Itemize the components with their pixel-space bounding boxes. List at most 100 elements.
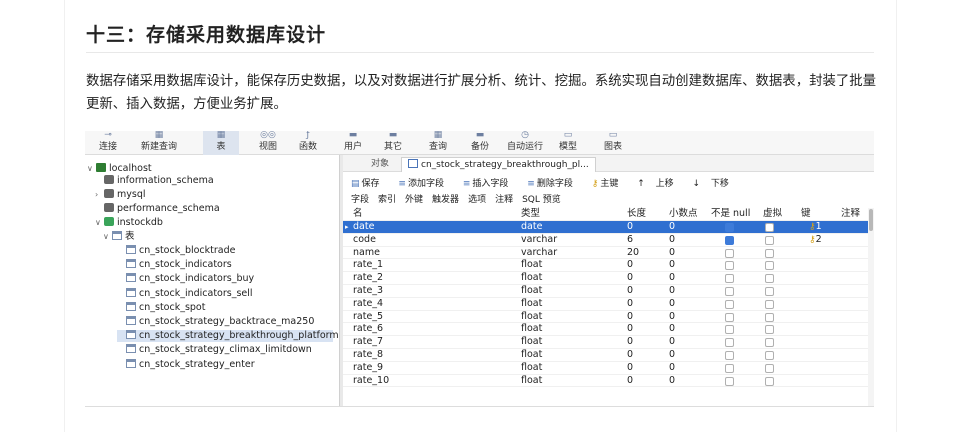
- field-type[interactable]: float: [521, 285, 542, 298]
- not-null-checkbox[interactable]: [725, 338, 734, 348]
- not-null-checkbox[interactable]: [725, 312, 734, 322]
- column-header-comment[interactable]: 注释: [841, 208, 860, 221]
- column-header-type[interactable]: 类型: [521, 208, 540, 221]
- subtab-6[interactable]: SQL 预览: [522, 195, 561, 205]
- field-name[interactable]: rate_4: [353, 298, 383, 311]
- virtual-checkbox[interactable]: [765, 376, 774, 386]
- column-header-name[interactable]: 名: [353, 208, 363, 221]
- subtab-1[interactable]: 索引: [378, 195, 396, 205]
- field-type[interactable]: float: [521, 311, 542, 324]
- add-field-button[interactable]: ≡ 添加字段: [398, 179, 452, 189]
- toolbar-view-button[interactable]: ◎◎ 视图: [251, 131, 285, 155]
- field-row[interactable]: rate_2 float 0 0: [343, 272, 874, 285]
- move-down-button[interactable]: ↓ 下移: [693, 179, 737, 189]
- field-name[interactable]: date: [353, 221, 374, 234]
- not-null-checkbox[interactable]: [725, 223, 734, 232]
- expand-arrow-icon[interactable]: ∨: [95, 217, 104, 229]
- field-name[interactable]: rate_7: [353, 336, 383, 349]
- virtual-checkbox[interactable]: [765, 325, 774, 335]
- field-type[interactable]: float: [521, 349, 542, 362]
- not-null-checkbox[interactable]: [725, 351, 734, 360]
- tree-item-table[interactable]: cn_stock_spot: [117, 301, 205, 314]
- tree-item-database[interactable]: performance_schema: [95, 203, 220, 215]
- move-up-button[interactable]: ↑ 上移: [637, 179, 681, 189]
- virtual-checkbox[interactable]: [765, 338, 774, 348]
- toolbar-table-button[interactable]: ▦ 表: [203, 131, 239, 155]
- tree-item-database[interactable]: information_schema: [95, 175, 214, 187]
- toolbar-query-button[interactable]: ▦ 查询: [421, 131, 455, 155]
- not-null-checkbox[interactable]: [725, 274, 734, 284]
- column-header-not_null[interactable]: 不是 null: [711, 208, 750, 221]
- toolbar-model-button[interactable]: ▭ 模型: [551, 131, 585, 155]
- column-header-length[interactable]: 长度: [627, 208, 646, 221]
- field-name[interactable]: rate_3: [353, 285, 383, 298]
- delete-field-button[interactable]: ≡ 删除字段: [527, 179, 581, 189]
- tree-item-table[interactable]: cn_stock_indicators_sell: [117, 287, 253, 300]
- toolbar-automation-button[interactable]: ◷ 自动运行: [505, 131, 545, 155]
- field-decimals[interactable]: 0: [669, 375, 675, 388]
- field-row[interactable]: rate_1 float 0 0: [343, 259, 874, 273]
- not-null-checkbox[interactable]: [725, 376, 734, 386]
- field-length[interactable]: 20: [627, 247, 639, 260]
- field-row[interactable]: rate_5 float 0 0: [343, 311, 874, 324]
- subtab-3[interactable]: 触发器: [432, 195, 459, 205]
- virtual-checkbox[interactable]: [765, 248, 774, 258]
- field-name[interactable]: name: [353, 247, 380, 260]
- field-row[interactable]: rate_8 float 0 0: [343, 349, 874, 362]
- tree-item-database[interactable]: ∨ instockdb: [95, 217, 163, 229]
- tree-item-database[interactable]: › mysql: [95, 189, 146, 201]
- field-type[interactable]: float: [521, 336, 542, 349]
- toolbar-new-query-button[interactable]: ▦ 新建查询: [133, 131, 185, 155]
- field-type[interactable]: float: [521, 259, 542, 272]
- tree-item-table[interactable]: cn_stock_indicators: [117, 259, 232, 271]
- field-length[interactable]: 0: [627, 375, 633, 388]
- toolbar-function-button[interactable]: ƒ 函数: [291, 131, 325, 155]
- field-decimals[interactable]: 0: [669, 234, 675, 247]
- toolbar-user-button[interactable]: ▬ 用户: [337, 131, 369, 155]
- field-type[interactable]: float: [521, 272, 542, 285]
- virtual-checkbox[interactable]: [765, 223, 774, 232]
- field-row[interactable]: rate_4 float 0 0: [343, 298, 874, 311]
- field-decimals[interactable]: 0: [669, 362, 675, 375]
- virtual-checkbox[interactable]: [765, 274, 774, 284]
- not-null-checkbox[interactable]: [725, 248, 734, 258]
- virtual-checkbox[interactable]: [765, 299, 774, 309]
- expand-arrow-icon[interactable]: ∨: [103, 231, 112, 243]
- grid-scroll-thumb[interactable]: [869, 209, 873, 231]
- field-name[interactable]: rate_8: [353, 349, 383, 362]
- tree-item-host[interactable]: ∨ localhost: [87, 163, 152, 175]
- field-length[interactable]: 0: [627, 298, 633, 311]
- expand-arrow-icon[interactable]: ›: [95, 189, 104, 201]
- not-null-checkbox[interactable]: [725, 235, 734, 245]
- column-header-virtual[interactable]: 虚拟: [763, 208, 782, 221]
- field-decimals[interactable]: 0: [669, 272, 675, 285]
- subtab-2[interactable]: 外键: [405, 195, 423, 205]
- virtual-checkbox[interactable]: [765, 235, 774, 245]
- field-length[interactable]: 0: [627, 311, 633, 324]
- virtual-checkbox[interactable]: [765, 363, 774, 373]
- field-decimals[interactable]: 0: [669, 311, 675, 324]
- primary-key-button[interactable]: ⚷ 主键: [592, 179, 627, 189]
- field-decimals[interactable]: 0: [669, 247, 675, 260]
- tab-table-design[interactable]: cn_stock_strategy_breakthrough_pl...: [401, 157, 596, 172]
- field-length[interactable]: 0: [627, 336, 633, 349]
- not-null-checkbox[interactable]: [725, 325, 734, 335]
- tree-item-table[interactable]: cn_stock_strategy_breakthrough_platform: [117, 330, 339, 343]
- virtual-checkbox[interactable]: [765, 261, 774, 271]
- tree-item-tables-folder[interactable]: ∨ 表: [103, 231, 135, 243]
- tree-item-table[interactable]: cn_stock_strategy_backtrace_ma250: [117, 316, 314, 328]
- field-length[interactable]: 0: [627, 285, 633, 298]
- subtab-0[interactable]: 字段: [351, 195, 369, 205]
- expand-arrow-icon[interactable]: ∨: [87, 163, 96, 175]
- field-name[interactable]: rate_6: [353, 323, 383, 336]
- field-length[interactable]: 0: [627, 221, 633, 234]
- field-length[interactable]: 6: [627, 234, 633, 247]
- field-type[interactable]: date: [521, 221, 542, 234]
- field-row[interactable]: name varchar 20 0: [343, 247, 874, 260]
- field-row[interactable]: rate_7 float 0 0: [343, 336, 874, 349]
- insert-field-button[interactable]: ≡ 插入字段: [463, 179, 517, 189]
- not-null-checkbox[interactable]: [725, 299, 734, 309]
- field-length[interactable]: 0: [627, 323, 633, 336]
- field-name[interactable]: rate_5: [353, 311, 383, 324]
- tree-item-table[interactable]: cn_stock_indicators_buy: [117, 273, 254, 285]
